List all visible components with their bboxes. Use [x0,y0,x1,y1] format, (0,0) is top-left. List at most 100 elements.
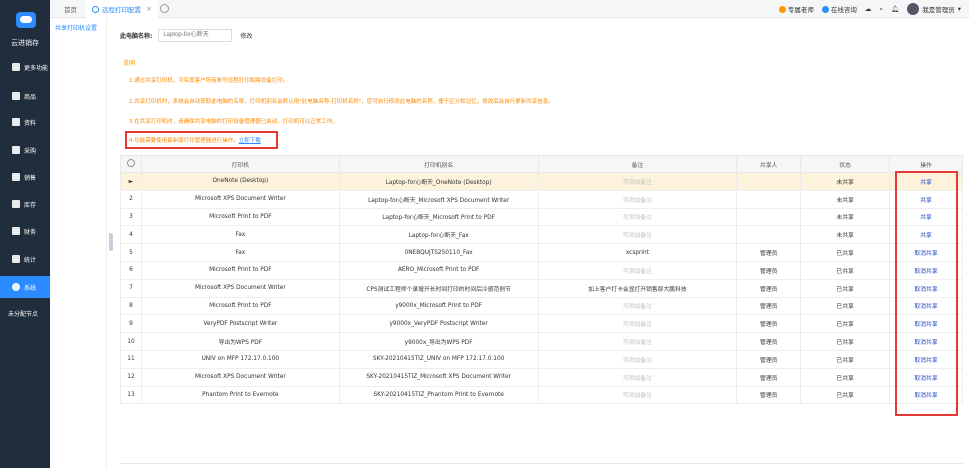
table-row[interactable]: 10 导出为WPS PDF y9000x_导出为WPS PDF 可添加备注 管理员 已共享… [120,332,963,351]
note-line: 2.共享打印机时，系统会自动获取此电脑的名称，打印机别名会默认用"此电脑名称-打… [129,99,554,105]
gear-icon[interactable] [126,159,135,167]
download-link[interactable]: 立即下载 [239,138,261,144]
header-status: 状态 [800,155,891,173]
cell-printer: OneNote (Desktop) [140,172,340,191]
user-name: 我是管理员 [922,6,955,14]
cell-alias: Laptop-for心断天_OneNote (Desktop) [338,172,539,191]
cell-printer: Microsoft Print to PDF [140,296,340,316]
cell-remark[interactable]: 可添加备注 [537,296,738,316]
cloud-icon[interactable]: ☁ [865,5,872,13]
note-line: 1.通过共享打印机，可实现客户所有账号远程打印和跨设备打印。 [129,78,289,84]
cell-status: 已共享 [800,349,891,369]
table-row[interactable]: 13 Phantom Print to Evernote SKY-20210415T… [120,385,963,405]
table-row[interactable]: 3 Microsoft Print to PDF Laptop-for心断天_Mic… [120,207,963,227]
table-row[interactable]: 6 Microsoft Print to PDF AERO_Microsoft Pr… [120,260,963,280]
sub-menu-item-shared-printer[interactable]: 共享打印机设置 [55,23,97,32]
cloud-logo-icon [16,12,36,28]
grid-icon [12,63,20,71]
table-row[interactable]: ► OneNote (Desktop) Laptop-for心断天_OneNote … [120,172,963,191]
cell-alias: 0NEBQUJTS250110_Fax [338,243,539,262]
table-row[interactable]: 9 VeryPDF Postscript Writer y9000x_VeryPDF… [120,314,963,334]
row-index: 6 [120,260,142,280]
cell-remark[interactable]: 可添加备注 [537,314,738,334]
logo-text: 云进销存 [11,39,39,47]
computer-name-input[interactable] [158,28,233,42]
cell-remark[interactable]: 可添加备注 [537,207,738,227]
row-index: ► [120,172,142,191]
tab-home[interactable]: 首页 [64,0,77,18]
cell-alias: SKY-20210415TIZ_UNIV on MFP 172.17.0.100 [338,349,539,369]
chat-icon [821,5,829,13]
sidebar-item-label: 资料 [24,119,37,127]
sidebar-item-data[interactable]: 资料 [0,111,50,133]
tab-settings-icon[interactable] [160,4,169,13]
table-row[interactable]: 2 Microsoft XPS Document Writer Laptop-for… [120,189,963,209]
vip-label: 专属老师 [787,6,814,14]
online-label: 在线咨询 [830,6,857,14]
document-icon [12,118,20,126]
header-op: 操作 [889,155,963,173]
table-row[interactable]: 5 Fax 0NEBQUJTS250110_Fax xcsprint 管理员 已共享 取消共… [120,243,963,262]
sidebar-item-label: 未分配节点 [8,310,39,318]
avatar [907,3,920,15]
cell-printer: Microsoft XPS Document Writer [140,189,340,209]
row-index: 9 [120,314,142,334]
cell-remark[interactable]: 加上客户打卡会显打开销售耶大鹏科技 [537,278,738,298]
cell-remark[interactable]: 可添加备注 [537,172,738,191]
sales-icon [12,173,20,181]
bell-icon[interactable]: 🔔︎ [891,5,899,13]
table-row[interactable]: 4 Fax Laptop-for心断天_Fax 可添加备注 未共享 共享 [120,225,963,245]
modify-button[interactable]: 修改 [240,31,252,40]
online-consult-button[interactable]: 在线咨询 [821,4,857,14]
top-right-actions: 专属老师 在线咨询 ☁ ⌕ 🔔︎ 我是管理员 ▾ [778,0,969,18]
cell-remark[interactable]: 可添加备注 [537,367,738,387]
cell-status: 已共享 [800,243,891,262]
table-row[interactable]: 11 UNIV on MFP 172.17.0.100 SKY-20210415TI… [120,349,963,369]
sidebar-item-purchase[interactable]: 采购 [0,139,50,161]
sidebar-item-system[interactable]: 系统 [0,276,50,298]
cell-sharer: 管理员 [736,243,802,262]
cell-remark[interactable]: 可添加备注 [537,225,738,245]
cell-remark[interactable]: 可添加备注 [537,349,738,369]
sidebar-item-label: 销售 [24,174,37,182]
sidebar-item-sales[interactable]: 销售 [0,166,50,188]
sidebar-item-finance[interactable]: 财务 [0,220,50,242]
sidebar-item-more[interactable]: 更多功能 [0,56,50,78]
cell-remark[interactable]: xcsprint [537,243,738,262]
close-icon[interactable]: × [146,5,152,13]
column-settings[interactable] [120,155,142,173]
cell-alias: Laptop-for心断天_Microsoft Print to PDF [338,207,539,227]
cell-sharer [736,207,802,227]
collapse-handle[interactable] [109,233,113,251]
cell-status: 未共享 [800,172,891,191]
table-row[interactable]: 7 Microsoft XPS Document Writer CPS测试工程师个录… [120,278,963,298]
row-index: 8 [120,296,142,316]
cell-remark[interactable]: 可添加备注 [537,260,738,280]
cell-alias: y9000x_Microsoft Print to PDF [338,296,539,316]
cell-remark[interactable]: 可添加备注 [537,189,738,209]
row-index: 5 [120,243,142,262]
cell-sharer: 管理员 [736,296,802,316]
sidebar-item-stock[interactable]: 库存 [0,193,50,215]
vip-teacher-button[interactable]: 专属老师 [778,4,814,14]
row-index: 3 [120,207,142,227]
cell-remark[interactable]: 可添加备注 [537,385,738,405]
cell-remark[interactable]: 可添加备注 [537,332,738,351]
sidebar-item-label: 采购 [24,147,37,155]
tab-remote-print[interactable]: 远程打印配置 × [86,0,158,18]
sidebar-item-stats[interactable]: 统计 [0,248,50,270]
cell-printer: Microsoft XPS Document Writer [140,367,340,387]
cell-status: 已共享 [800,367,891,387]
sidebar-item-unassigned[interactable]: 未分配节点 [0,302,50,324]
user-menu[interactable]: 我是管理员 ▾ [907,3,961,15]
table-row[interactable]: 12 Microsoft XPS Document Writer SKY-20210… [120,367,963,387]
cell-alias: SKY-20210415TIZ_Microsoft XPS Document W… [338,367,539,387]
cell-alias: AERO_Microsoft Print to PDF [338,260,539,280]
cell-printer: VeryPDF Postscript Writer [140,314,340,334]
cell-status: 已共享 [800,314,891,334]
table-row[interactable]: 8 Microsoft Print to PDF y9000x_Microsoft … [120,296,963,316]
cell-alias: y9000x_导出为WPS PDF [338,332,539,351]
cell-sharer: 管理员 [736,314,802,334]
search-icon[interactable]: ⌕ [879,5,883,14]
sidebar-item-goods[interactable]: 商品 [0,85,50,107]
